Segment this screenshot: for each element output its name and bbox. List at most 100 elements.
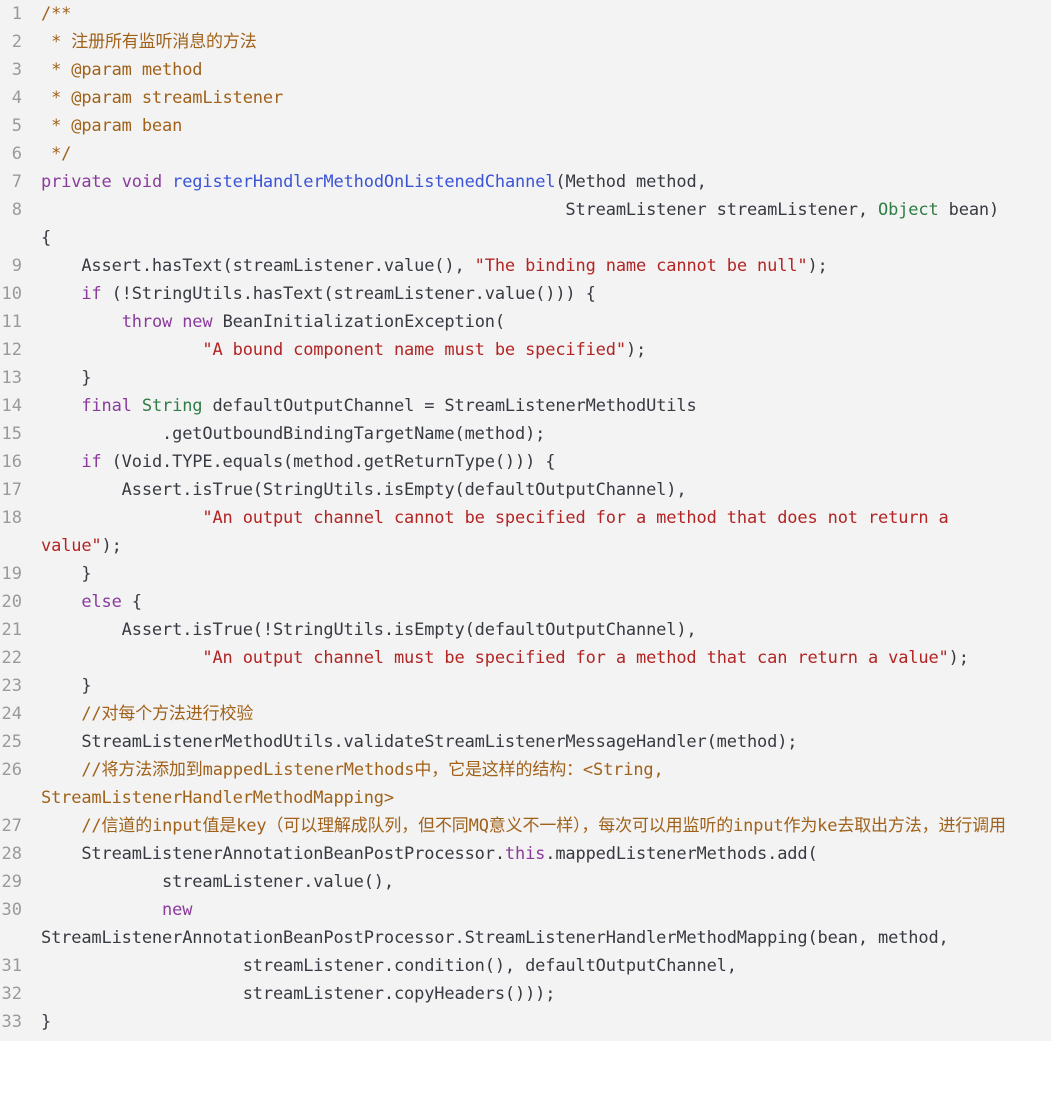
code-line: 4 * @param streamListener (0, 84, 1051, 112)
line-number: 16 (1, 452, 22, 472)
code-line: 10 if (!StringUtils.hasText(streamListen… (0, 280, 1051, 308)
code-token: * @param streamListener (41, 88, 284, 108)
code-text: * 注册所有监听消息的方法 (41, 28, 257, 56)
line-number: 8 (11, 200, 22, 220)
line-number: 21 (1, 620, 22, 640)
code-line: 12 "A bound component name must be speci… (0, 336, 1051, 364)
code-token: StreamListenerHandlerMethodMapping> (41, 788, 394, 808)
code-text: //信道的input值是key（可以理解成队列，但不同MQ意义不一样），每次可以… (41, 812, 1006, 840)
code-text: if (!StringUtils.hasText(streamListener.… (41, 280, 595, 308)
code-text: streamListener.value(), (41, 868, 394, 896)
code-text: Assert.isTrue(StringUtils.isEmpty(defaul… (41, 476, 687, 504)
code-text: streamListener.copyHeaders())); (41, 980, 556, 1008)
code-line: 32 streamListener.copyHeaders())); (0, 980, 1051, 1008)
code-token: StreamListenerMethodUtils.validateStream… (41, 732, 798, 752)
code-token: Object (878, 200, 939, 220)
code-token: (Method method, (555, 172, 707, 192)
line-number: 17 (1, 480, 22, 500)
code-token: if (81, 284, 102, 304)
code-text: StreamListenerAnnotationBeanPostProcesso… (41, 840, 818, 868)
code-token: //信道的input值是key（可以理解成队列，但不同MQ意义不一样），每次可以… (81, 816, 1006, 836)
code-token: "A bound component name must be specifie… (202, 340, 626, 360)
code-line: StreamListenerAnnotationBeanPostProcesso… (0, 924, 1051, 952)
code-token: streamListener.copyHeaders())); (41, 984, 556, 1004)
code-text: StreamListenerAnnotationBeanPostProcesso… (41, 924, 949, 952)
code-token: ); (101, 536, 122, 556)
code-token: /** (41, 4, 72, 24)
code-token: bean) (938, 200, 1000, 220)
code-token: streamListener.condition(), defaultOutpu… (41, 956, 737, 976)
code-token: throw (121, 312, 173, 332)
code-token: "The binding name cannot be null" (474, 256, 808, 276)
code-line: 3 * @param method (0, 56, 1051, 84)
code-text: if (Void.TYPE.equals(method.getReturnTyp… (41, 448, 555, 476)
code-text: /** (41, 0, 71, 28)
code-line: 26 //将方法添加到mappedListenerMethods中，它是这样的结… (0, 756, 1051, 784)
code-line: 18 "An output channel cannot be specifie… (0, 504, 1051, 532)
code-token: value" (41, 536, 102, 556)
line-number: 28 (1, 844, 22, 864)
code-line: 28 StreamListenerAnnotationBeanPostProce… (0, 840, 1051, 868)
code-line: StreamListenerHandlerMethodMapping> (0, 784, 1051, 812)
code-token: BeanInitializationException( (212, 312, 506, 332)
code-token: .mappedListenerMethods.add( (545, 844, 818, 864)
line-number: 33 (1, 1012, 22, 1032)
code-token: defaultOutputChannel = StreamListenerMet… (202, 396, 697, 416)
code-token: StreamListenerAnnotationBeanPostProcesso… (41, 844, 505, 864)
code-block: 1/** 2 * 注册所有监听消息的方法 3 * @param method 4 * … (0, 0, 1051, 1041)
code-line: 25 StreamListenerMethodUtils.validateStr… (0, 728, 1051, 756)
line-number: 26 (1, 760, 22, 780)
line-number: 14 (1, 396, 22, 416)
code-token: StreamListener streamListener, (41, 200, 879, 220)
code-line: { (0, 224, 1051, 252)
code-token: //将方法添加到mappedListenerMethods中，它是这样的结构：<… (81, 760, 664, 780)
code-token: { (41, 228, 52, 248)
code-token: "An output channel cannot be specified f… (202, 508, 949, 528)
code-token: (Void.TYPE.equals(method.getReturnType()… (101, 452, 556, 472)
code-text: StreamListenerMethodUtils.validateStream… (41, 728, 797, 756)
code-text: * @param bean (41, 112, 182, 140)
line-number: 20 (1, 592, 22, 612)
line-number: 19 (1, 564, 22, 584)
code-line: 15 .getOutboundBindingTargetName(method)… (0, 420, 1051, 448)
line-number: 12 (1, 340, 22, 360)
code-line: 27 //信道的input值是key（可以理解成队列，但不同MQ意义不一样），每… (0, 812, 1051, 840)
code-token: .getOutboundBindingTargetName(method); (41, 424, 546, 444)
code-token: ); (625, 340, 647, 360)
line-number: 27 (1, 816, 22, 836)
line-number: 15 (1, 424, 22, 444)
code-text: //对每个方法进行校验 (41, 700, 253, 728)
code-token: } (41, 1012, 52, 1032)
code-line: 13 } (0, 364, 1051, 392)
code-line: value"); (0, 532, 1051, 560)
code-token: streamListener.value(), (41, 872, 394, 892)
code-line: 17 Assert.isTrue(StringUtils.isEmpty(def… (0, 476, 1051, 504)
code-text: "A bound component name must be specifie… (41, 336, 646, 364)
code-text: "An output channel cannot be specified f… (41, 504, 949, 532)
code-token: void (121, 172, 163, 192)
code-text: } (41, 1008, 51, 1036)
code-text: } (41, 672, 91, 700)
code-token: private (41, 172, 112, 192)
code-text: .getOutboundBindingTargetName(method); (41, 420, 545, 448)
line-number: 32 (1, 984, 22, 1004)
code-text: private void registerHandlerMethodOnList… (41, 168, 707, 196)
code-line: 31 streamListener.condition(), defaultOu… (0, 952, 1051, 980)
code-line: 20 else { (0, 588, 1051, 616)
line-number: 24 (1, 704, 22, 724)
line-number: 22 (1, 648, 22, 668)
line-number: 4 (11, 88, 22, 108)
line-number: 30 (1, 900, 22, 920)
code-token: new (162, 900, 193, 920)
code-token: * @param method (41, 60, 203, 80)
code-line: 14 final String defaultOutputChannel = S… (0, 392, 1051, 420)
code-line: 16 if (Void.TYPE.equals(method.getReturn… (0, 448, 1051, 476)
line-number: 11 (1, 312, 22, 332)
